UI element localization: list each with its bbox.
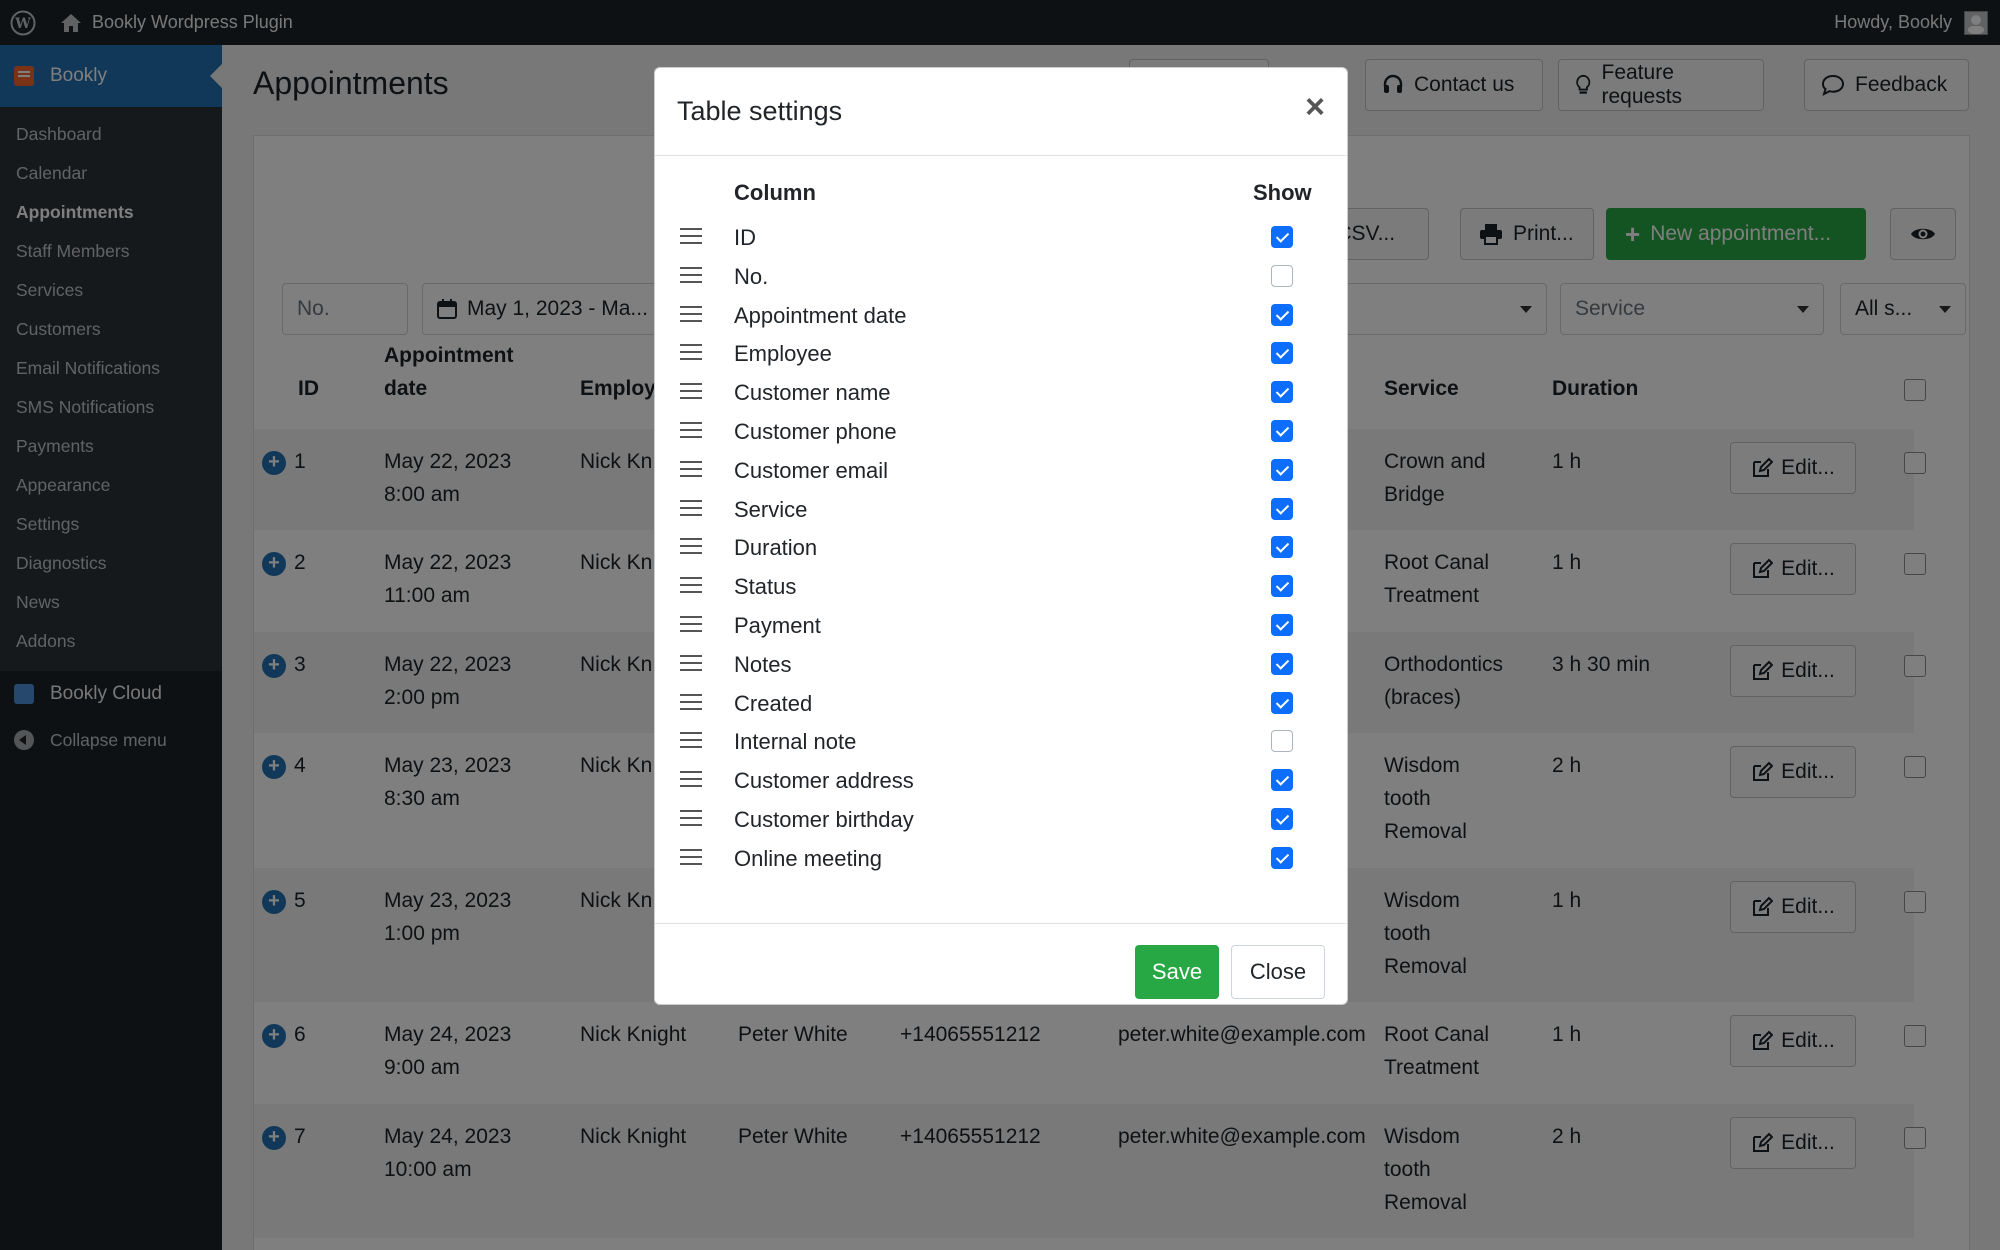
modal-footer: Save Close: [655, 923, 1347, 1005]
show-column-checkbox[interactable]: [1271, 264, 1293, 287]
drag-handle-icon[interactable]: [680, 654, 702, 673]
column-setting-row: Customer name: [655, 373, 1349, 412]
column-setting-row: Payment: [655, 606, 1349, 645]
drag-handle-icon[interactable]: [680, 305, 702, 324]
column-label: Online meeting: [734, 845, 882, 871]
column-label: Status: [734, 574, 797, 600]
show-column-checkbox[interactable]: [1271, 536, 1293, 559]
column-setting-row: Service: [655, 490, 1349, 529]
column-label: Appointment date: [734, 302, 907, 328]
column-label: Service: [734, 496, 808, 522]
drag-handle-icon[interactable]: [680, 732, 702, 750]
column-label: Notes: [734, 651, 792, 677]
column-setting-row: Status: [655, 567, 1349, 606]
column-setting-row: Customer email: [655, 451, 1349, 490]
column-label: No.: [734, 263, 769, 289]
show-column-checkbox[interactable]: [1271, 846, 1293, 869]
column-label: Employee: [734, 341, 832, 367]
close-button[interactable]: Close: [1231, 945, 1325, 999]
column-setting-row: Internal note: [655, 722, 1349, 761]
close-icon[interactable]: ×: [1305, 90, 1325, 124]
show-column-checkbox[interactable]: [1271, 342, 1293, 365]
drag-handle-icon[interactable]: [680, 460, 702, 479]
column-setting-row: Customer address: [655, 761, 1349, 800]
drag-handle-icon[interactable]: [680, 266, 702, 285]
show-column-checkbox[interactable]: [1271, 458, 1293, 481]
column-label: Customer address: [734, 768, 914, 794]
column-setting-row: No.: [655, 257, 1349, 296]
column-label: Created: [734, 690, 813, 716]
column-setting-row: Duration: [655, 528, 1349, 567]
column-label: Customer email: [734, 457, 889, 483]
column-header: Column: [734, 180, 816, 205]
drag-handle-icon[interactable]: [680, 577, 702, 595]
show-column-checkbox[interactable]: [1271, 614, 1293, 636]
column-setting-row: Customer birthday: [655, 800, 1349, 839]
drag-handle-icon[interactable]: [680, 383, 702, 401]
show-column-checkbox[interactable]: [1271, 808, 1293, 830]
column-label: Customer birthday: [734, 807, 914, 832]
column-setting-row: ID: [655, 218, 1349, 257]
show-column-checkbox[interactable]: [1271, 769, 1293, 792]
column-label: Internal note: [734, 729, 857, 755]
show-column-checkbox[interactable]: [1271, 381, 1293, 404]
show-column-checkbox[interactable]: [1271, 691, 1293, 714]
show-column-checkbox[interactable]: [1271, 226, 1293, 248]
show-column-checkbox[interactable]: [1271, 497, 1293, 520]
drag-handle-icon[interactable]: [680, 616, 702, 634]
drag-handle-icon[interactable]: [680, 810, 702, 828]
column-setting-row: Appointment date: [655, 296, 1349, 335]
column-setting-row: Customer phone: [655, 412, 1349, 451]
column-label: Customer name: [734, 380, 891, 406]
drag-handle-icon[interactable]: [680, 771, 702, 789]
show-column-checkbox[interactable]: [1271, 420, 1293, 442]
column-setting-row: Employee: [655, 334, 1349, 373]
column-label: Payment: [734, 613, 821, 638]
drag-handle-icon[interactable]: [680, 228, 702, 246]
modal-header: Table settings ×: [655, 68, 1347, 156]
save-button[interactable]: Save: [1135, 945, 1219, 999]
drag-handle-icon[interactable]: [680, 538, 702, 556]
column-label: Duration: [734, 535, 818, 561]
drag-handle-icon[interactable]: [680, 344, 702, 362]
column-setting-row: Created: [655, 684, 1349, 723]
modal-title: Table settings: [677, 96, 843, 126]
drag-handle-icon[interactable]: [680, 422, 702, 440]
column-label: Customer phone: [734, 419, 897, 444]
show-column-checkbox[interactable]: [1271, 575, 1293, 598]
column-label: ID: [734, 225, 756, 250]
drag-handle-icon[interactable]: [680, 693, 702, 712]
column-setting-row: Online meeting: [655, 839, 1349, 878]
drag-handle-icon[interactable]: [680, 848, 702, 867]
show-header: Show: [1253, 180, 1312, 205]
table-settings-modal: Table settings × Column Show ID No. Appoin…: [654, 67, 1348, 1005]
show-column-checkbox[interactable]: [1271, 730, 1293, 753]
show-column-checkbox[interactable]: [1271, 652, 1293, 675]
column-setting-row: Notes: [655, 645, 1349, 684]
show-column-checkbox[interactable]: [1271, 303, 1293, 326]
drag-handle-icon[interactable]: [680, 499, 702, 518]
